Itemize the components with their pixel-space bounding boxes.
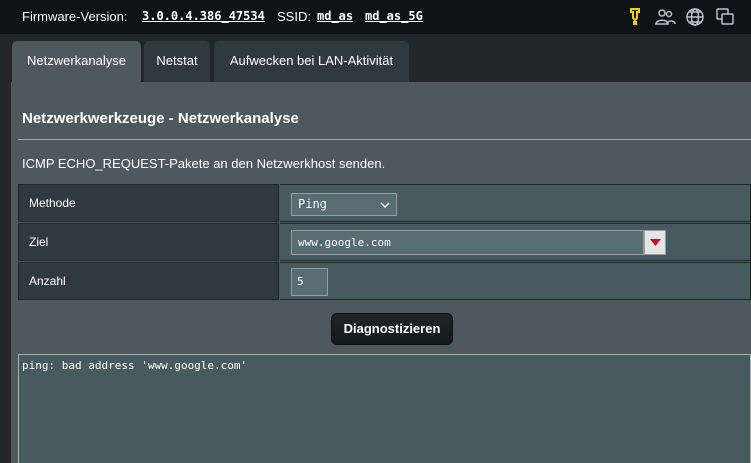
count-label: Anzahl — [18, 262, 279, 300]
title-divider — [18, 139, 751, 140]
method-select[interactable]: Ping — [291, 193, 397, 216]
diagnose-button[interactable]: Diagnostizieren — [331, 313, 453, 345]
tab-netstat[interactable]: Netstat — [144, 41, 210, 82]
apps-icon[interactable] — [714, 6, 736, 28]
ssid-link-1[interactable]: md_as — [317, 9, 353, 23]
clients-icon[interactable] — [654, 6, 676, 28]
method-select-value: Ping — [298, 197, 327, 211]
ssid-label: SSID: — [277, 9, 311, 24]
tab-wake-on-lan[interactable]: Aufwecken bei LAN-Aktivität — [214, 41, 409, 82]
internet-icon[interactable] — [684, 6, 706, 28]
firmware-label: Firmware-Version: — [22, 9, 128, 24]
target-cell: www.google.com — [280, 223, 751, 261]
page-description: ICMP ECHO_REQUEST-Pakete an den Netzwerk… — [22, 156, 386, 171]
tab-network-analysis[interactable]: Netzwerkanalyse — [12, 41, 141, 82]
output-textarea[interactable]: ping: bad address 'www.google.com' — [18, 354, 751, 463]
method-cell: Ping — [280, 184, 751, 222]
target-input[interactable]: www.google.com — [291, 230, 644, 255]
firmware-version-link[interactable]: 3.0.0.4.386_47534 — [142, 9, 265, 23]
dropdown-arrow-icon — [650, 239, 661, 246]
target-dropdown-button[interactable] — [644, 230, 666, 255]
method-label: Methode — [18, 184, 279, 222]
count-input[interactable]: 5 — [291, 268, 328, 296]
top-status-bar: Firmware-Version: 3.0.0.4.386_47534 SSID… — [0, 0, 751, 34]
target-label: Ziel — [18, 223, 279, 261]
target-row: Ziel www.google.com — [18, 223, 751, 261]
chevron-down-icon — [380, 202, 390, 209]
page-title: Netzwerkwerkzeuge - Netzwerkanalyse — [22, 110, 299, 127]
ssid-link-2[interactable]: md_as_5G — [365, 9, 423, 23]
count-row: Anzahl 5 — [18, 262, 751, 300]
method-row: Methode Ping — [18, 184, 751, 222]
main-panel: Netzwerkwerkzeuge - Netzwerkanalyse ICMP… — [11, 82, 751, 463]
count-cell: 5 — [280, 262, 751, 300]
usb-icon[interactable] — [624, 6, 646, 28]
